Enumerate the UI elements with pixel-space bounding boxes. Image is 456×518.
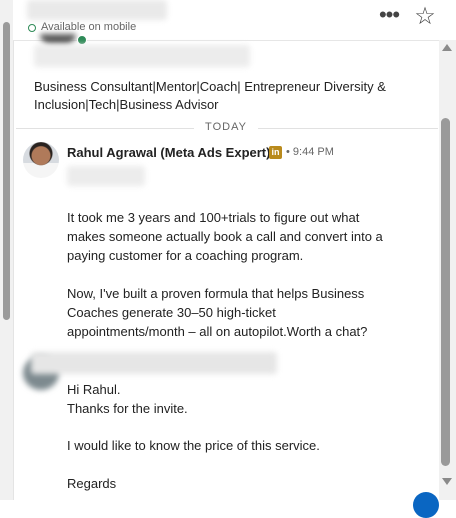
sender-avatar[interactable] [23,142,59,178]
date-divider-line [16,128,194,129]
premium-badge-icon: in [269,146,282,159]
left-scrollbar-thumb[interactable] [3,22,10,320]
left-scrollbar[interactable] [0,0,14,500]
message-timestamp: • 9:44 PM [286,146,334,158]
scroll-down-arrow-icon[interactable] [442,478,452,485]
profile-name-redacted[interactable] [34,45,250,67]
contact-name-redacted[interactable] [27,0,167,20]
message-paragraph: It took me 3 years and 100+trials to fig… [67,210,383,263]
online-indicator-icon [77,35,87,45]
reply-line: Regards [67,476,117,491]
reply-line: I would like to know the price of this s… [67,438,320,453]
star-icon[interactable]: ☆ [411,4,439,32]
profile-avatar[interactable] [40,34,76,44]
messages-scrollbar-thumb[interactable] [441,118,450,466]
date-divider-line [258,128,438,129]
reply-sender-name-redacted[interactable] [31,352,277,374]
compose-button[interactable] [413,492,439,518]
reply-line: Thanks for the invite. [67,401,188,416]
sender-subtitle-redacted [67,166,145,186]
online-status-icon [28,24,36,32]
conversation-header: Available on mobile ••• ☆ [13,0,456,40]
more-options-button[interactable]: ••• [375,4,403,30]
profile-headline: Business Consultant|Mentor|Coach| Entrep… [34,79,386,112]
message-paragraph: Now, I've built a proven formula that he… [67,286,368,339]
scroll-up-arrow-icon[interactable] [442,44,452,51]
sender-name[interactable]: Rahul Agrawal (Meta Ads Expert) [67,145,270,160]
reply-line: Hi Rahul. [67,382,121,397]
date-divider-label: TODAY [205,121,247,133]
availability-status: Available on mobile [41,21,137,33]
